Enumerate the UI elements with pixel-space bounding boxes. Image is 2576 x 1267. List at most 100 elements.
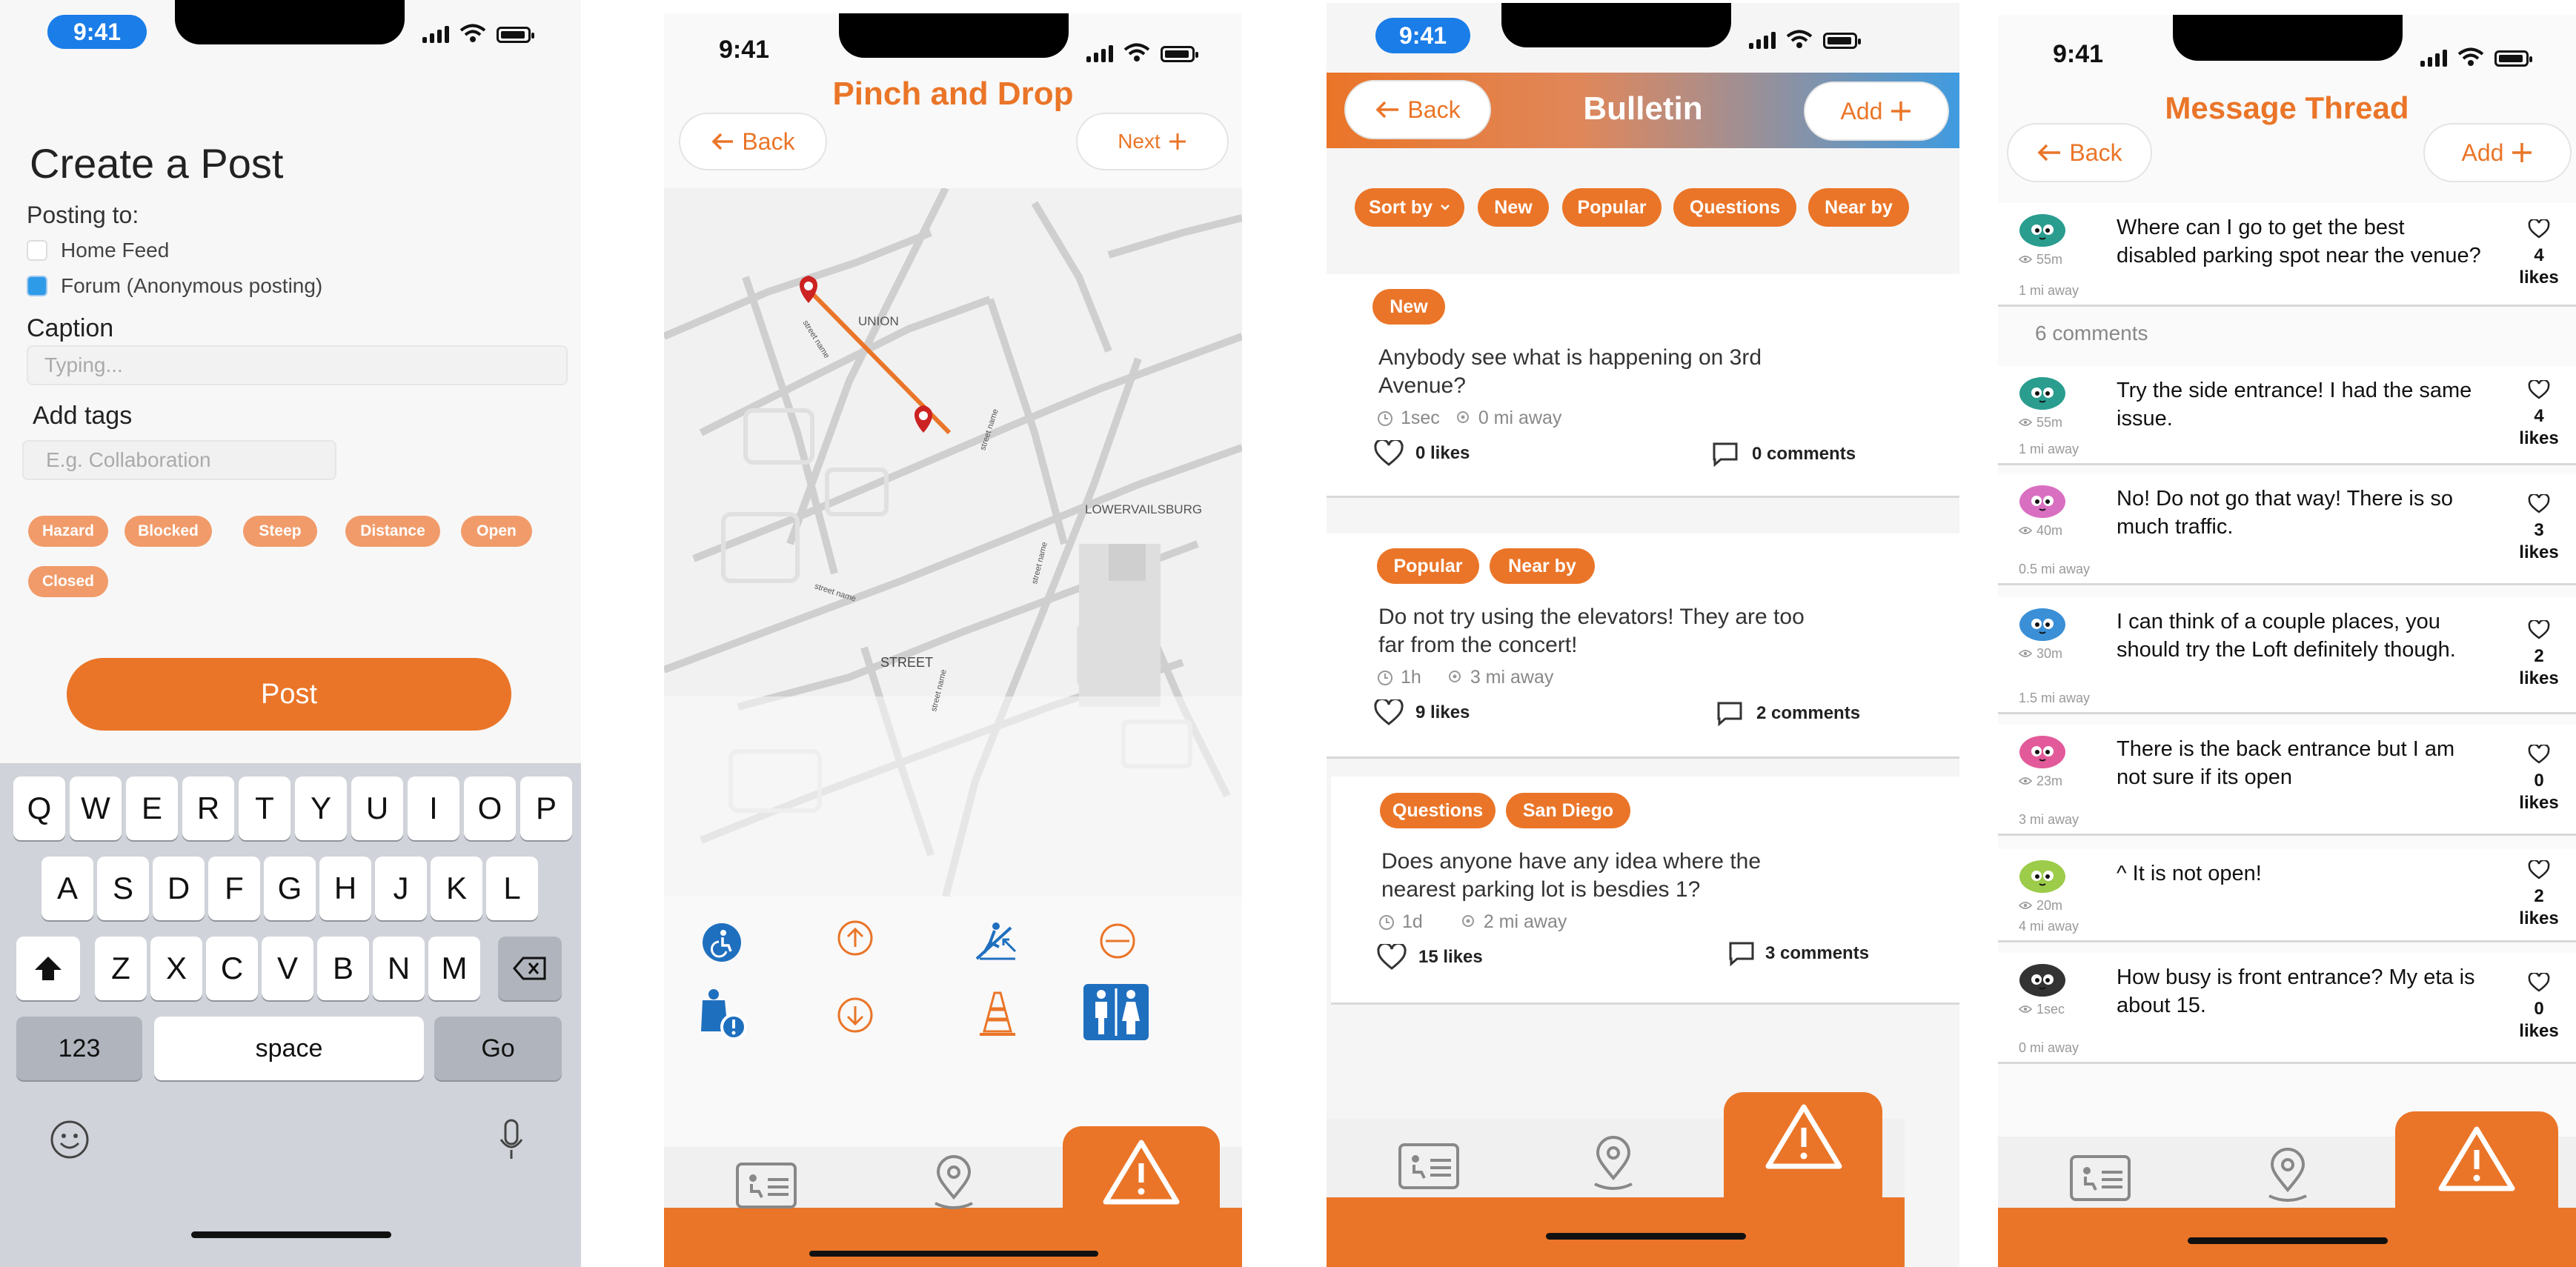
shift-key[interactable] <box>16 937 80 1000</box>
post-card[interactable]: Popular Near by Do not try using the ele… <box>1327 533 1959 759</box>
key-f[interactable]: F <box>208 857 260 920</box>
numbers-key[interactable]: 123 <box>16 1017 142 1080</box>
space-key[interactable]: space <box>154 1017 424 1080</box>
views-count: 55m <box>2036 415 2063 430</box>
backspace-key[interactable] <box>498 937 562 1000</box>
key-m[interactable]: M <box>428 937 480 1000</box>
key-l[interactable]: L <box>486 857 538 920</box>
location-pin-icon[interactable] <box>928 1154 980 1211</box>
like-button[interactable]: 0 likes <box>2517 743 2561 814</box>
thread-message[interactable]: 23m 3 mi away There is the back entrance b… <box>1998 725 2576 836</box>
key-b[interactable]: B <box>317 937 369 1000</box>
thread-message[interactable]: 1sec 0 mi away How busy is front entrance?… <box>1998 953 2576 1064</box>
checkbox-unchecked[interactable] <box>27 240 47 261</box>
comments-button[interactable]: 0 comments <box>1712 442 1856 467</box>
key-j[interactable]: J <box>375 857 427 920</box>
like-button[interactable]: 3 likes <box>2517 493 2561 564</box>
key-v[interactable]: V <box>262 937 313 1000</box>
key-u[interactable]: U <box>351 777 403 840</box>
key-k[interactable]: K <box>431 857 482 920</box>
like-button[interactable]: 15 likes <box>1377 944 1483 971</box>
filter-questions[interactable]: Questions <box>1673 188 1796 227</box>
arrow-up-icon[interactable] <box>836 919 874 957</box>
option-forum[interactable]: Forum (Anonymous posting) <box>27 274 322 298</box>
arrow-down-icon[interactable] <box>836 996 874 1034</box>
key-n[interactable]: N <box>373 937 425 1000</box>
like-button[interactable]: 0 likes <box>2517 971 2561 1042</box>
like-button[interactable]: 2 likes <box>2517 859 2561 930</box>
tags-input[interactable]: E.g. Collaboration <box>22 440 336 480</box>
key-a[interactable]: A <box>42 857 93 920</box>
emoji-icon[interactable] <box>49 1119 90 1160</box>
steep-slope-icon[interactable] <box>974 917 1020 963</box>
key-q[interactable]: Q <box>13 777 65 840</box>
key-h[interactable]: H <box>319 857 371 920</box>
key-w[interactable]: W <box>70 777 122 840</box>
tag-blocked[interactable]: Blocked <box>125 516 212 547</box>
post-tag: Popular <box>1377 548 1479 584</box>
post-button[interactable]: Post <box>67 658 511 731</box>
comments-button[interactable]: 3 comments <box>1728 941 1869 966</box>
id-card-icon[interactable] <box>2069 1154 2131 1202</box>
next-button[interactable]: Next <box>1076 113 1229 170</box>
filter-new[interactable]: New <box>1478 188 1549 227</box>
key-s[interactable]: S <box>97 857 149 920</box>
add-button[interactable]: Add <box>2423 123 2572 182</box>
thread-message[interactable]: 30m 1.5 mi away I can think of a couple pl… <box>1998 597 2576 714</box>
no-entry-icon[interactable] <box>1098 922 1137 960</box>
map[interactable]: UNION LOWERVAILSBURG STREET street name … <box>664 188 1242 897</box>
thread-message[interactable]: 20m 4 mi away ^ It is not open! 2 likes <box>1998 849 2576 942</box>
back-button[interactable]: Back <box>679 113 827 170</box>
key-g[interactable]: G <box>264 857 316 920</box>
location-pin-icon[interactable] <box>2262 1147 2314 1203</box>
tag-open[interactable]: Open <box>461 516 532 547</box>
like-button[interactable]: 4 likes <box>2517 218 2561 289</box>
thread-message[interactable]: 40m 0.5 mi away No! Do not go that way! Th… <box>1998 474 2576 585</box>
alert-tab[interactable] <box>1063 1126 1220 1267</box>
key-y[interactable]: Y <box>295 777 347 840</box>
tag-distance[interactable]: Distance <box>345 516 440 547</box>
id-card-icon[interactable] <box>1398 1143 1460 1190</box>
post-card[interactable]: New Anybody see what is happening on 3rd… <box>1327 274 1959 498</box>
key-z[interactable]: Z <box>95 937 147 1000</box>
key-o[interactable]: O <box>464 777 516 840</box>
wheelchair-icon[interactable] <box>701 922 743 963</box>
key-d[interactable]: D <box>153 857 205 920</box>
checkbox-checked[interactable] <box>27 276 47 296</box>
alert-tab[interactable] <box>2395 1111 2558 1267</box>
back-button[interactable]: Back <box>2007 123 2152 182</box>
microphone-icon[interactable] <box>497 1117 526 1163</box>
option-home-feed[interactable]: Home Feed <box>27 239 169 262</box>
filter-near-by[interactable]: Near by <box>1808 188 1909 227</box>
key-e[interactable]: E <box>126 777 178 840</box>
key-x[interactable]: X <box>150 937 202 1000</box>
traffic-cone-icon[interactable] <box>978 990 1017 1039</box>
tag-closed[interactable]: Closed <box>28 566 108 597</box>
alert-tab[interactable] <box>1724 1092 1882 1211</box>
key-r[interactable]: R <box>182 777 234 840</box>
like-button[interactable]: 9 likes <box>1374 699 1470 726</box>
post-card[interactable]: Questions San Diego Does anyone have any… <box>1331 777 1959 1005</box>
restroom-icon[interactable] <box>1083 984 1149 1040</box>
like-button[interactable]: 4 likes <box>2517 379 2561 450</box>
tag-hazard[interactable]: Hazard <box>28 516 108 547</box>
comments-button[interactable]: 2 comments <box>1716 701 1860 726</box>
go-key[interactable]: Go <box>434 1017 562 1080</box>
like-button[interactable]: 0 likes <box>1374 440 1470 467</box>
thread-message[interactable]: 55m 1 mi away Try the side entrance! I had… <box>1998 366 2576 465</box>
key-c[interactable]: C <box>206 937 258 1000</box>
filter-popular[interactable]: Popular <box>1562 188 1662 227</box>
key-i[interactable]: I <box>408 777 459 840</box>
location-icon <box>1456 410 1469 423</box>
tag-steep[interactable]: Steep <box>243 516 317 547</box>
location-pin-icon[interactable] <box>1587 1135 1639 1191</box>
add-button[interactable]: Add <box>1804 82 1949 141</box>
caption-input[interactable]: Typing... <box>27 345 568 385</box>
key-p[interactable]: P <box>520 777 572 840</box>
filter-sort-by[interactable]: Sort by <box>1355 188 1464 227</box>
like-button[interactable]: 2 likes <box>2517 619 2561 690</box>
accessibility-alert-icon[interactable] <box>695 985 751 1042</box>
key-t[interactable]: T <box>239 777 291 840</box>
id-card-icon[interactable] <box>735 1162 797 1209</box>
thread-message[interactable]: 55m 1 mi away Where can I go to get the be… <box>1998 203 2576 307</box>
